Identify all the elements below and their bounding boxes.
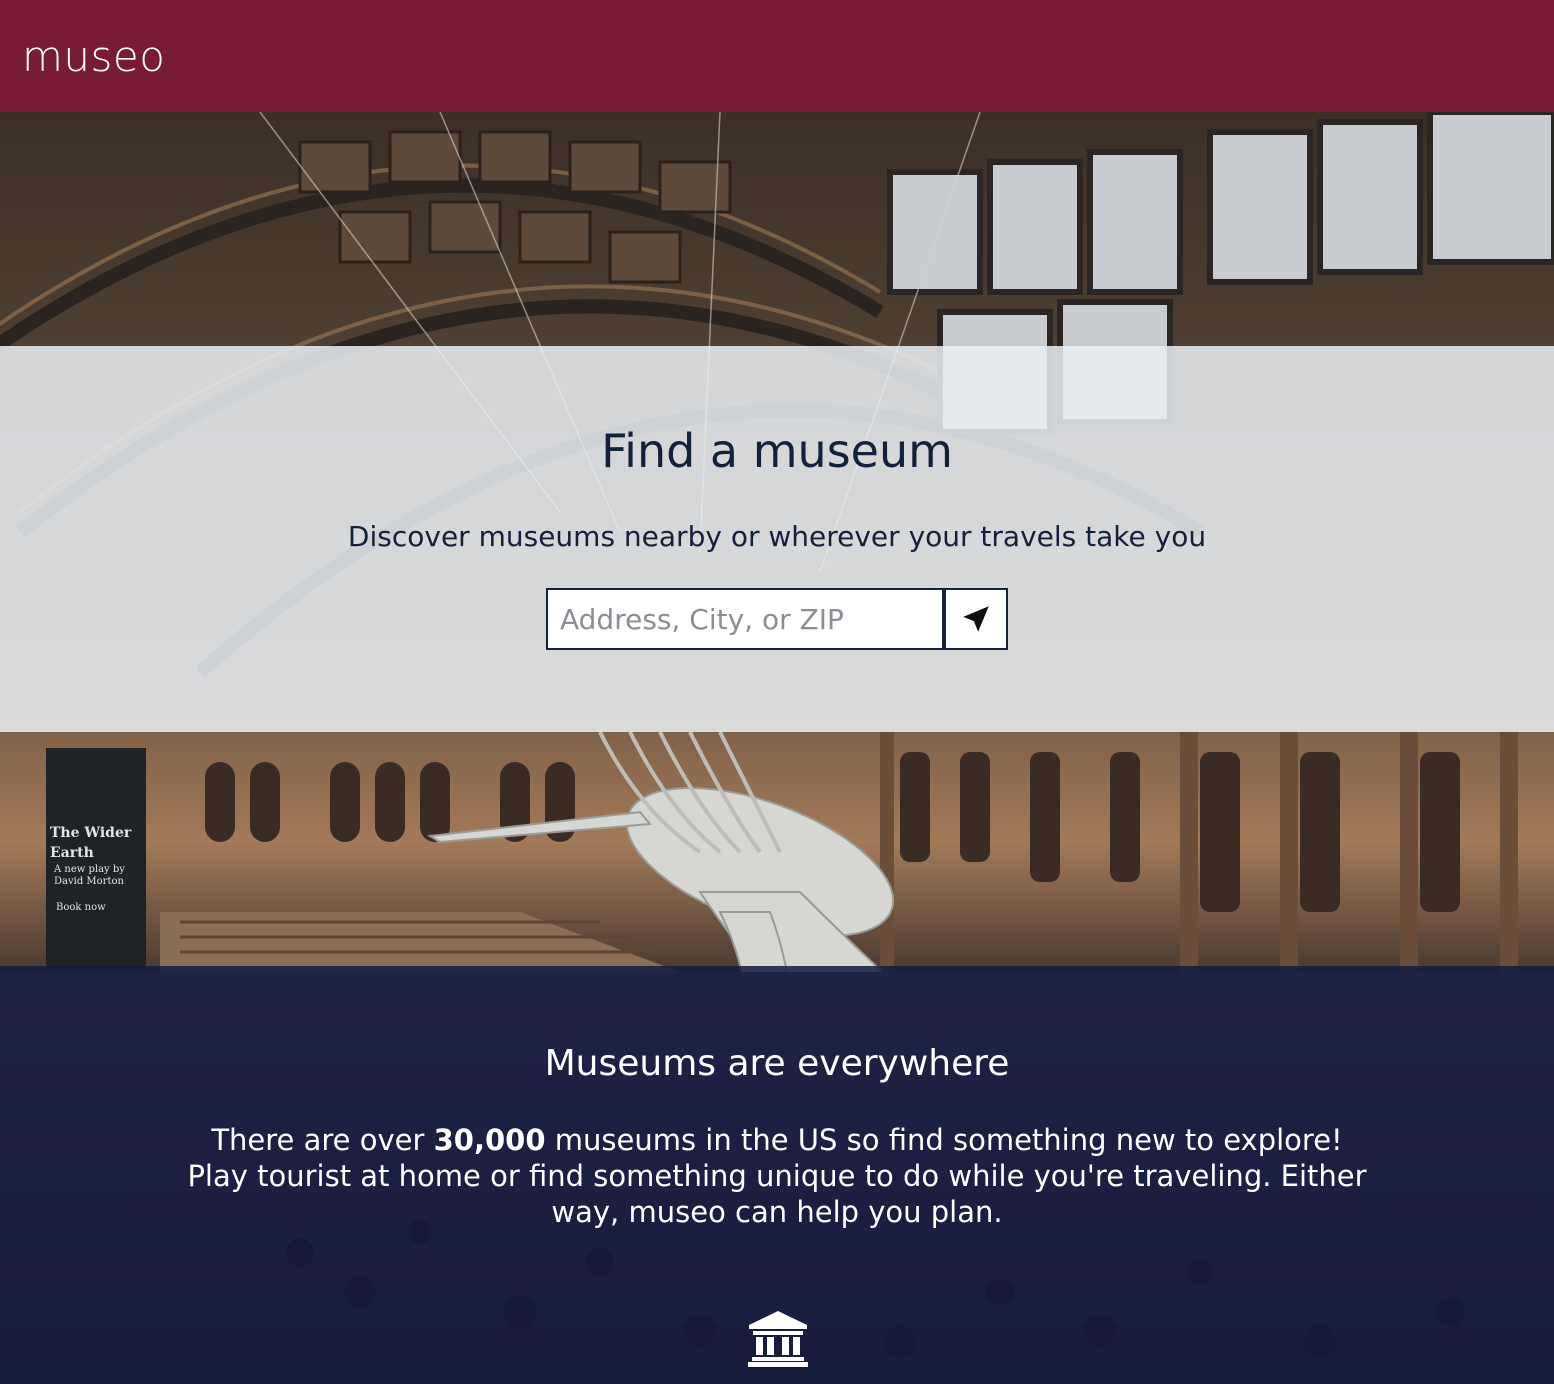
museums-everywhere-title: Museums are everywhere: [544, 1043, 1010, 1084]
sign-line-1: The Wider: [50, 825, 132, 841]
museums-everywhere-text: There are over 30,000 museums in the US …: [180, 1122, 1374, 1230]
sign-line-2: Earth: [50, 845, 94, 861]
top-bar: museo: [0, 0, 1554, 112]
museo-logo[interactable]: museo: [22, 36, 165, 78]
info-text-part-1: There are over: [211, 1123, 434, 1157]
location-arrow-icon: [963, 606, 989, 632]
location-search-input[interactable]: [546, 588, 944, 650]
sign-line-4: David Morton: [54, 876, 124, 887]
page: The Wider Earth A new play by David Mort…: [0, 0, 1554, 1384]
sign-line-5: Book now: [56, 902, 106, 913]
find-museum-subtitle: Discover museums nearby or wherever your…: [347, 520, 1207, 553]
use-my-location-button[interactable]: [944, 588, 1008, 650]
museum-building-icon: [748, 1311, 808, 1367]
museum-count: 30,000: [433, 1123, 546, 1157]
location-search: [546, 588, 1008, 650]
find-museum-title: Find a museum: [601, 424, 953, 478]
sign-line-3: A new play by: [53, 864, 125, 875]
